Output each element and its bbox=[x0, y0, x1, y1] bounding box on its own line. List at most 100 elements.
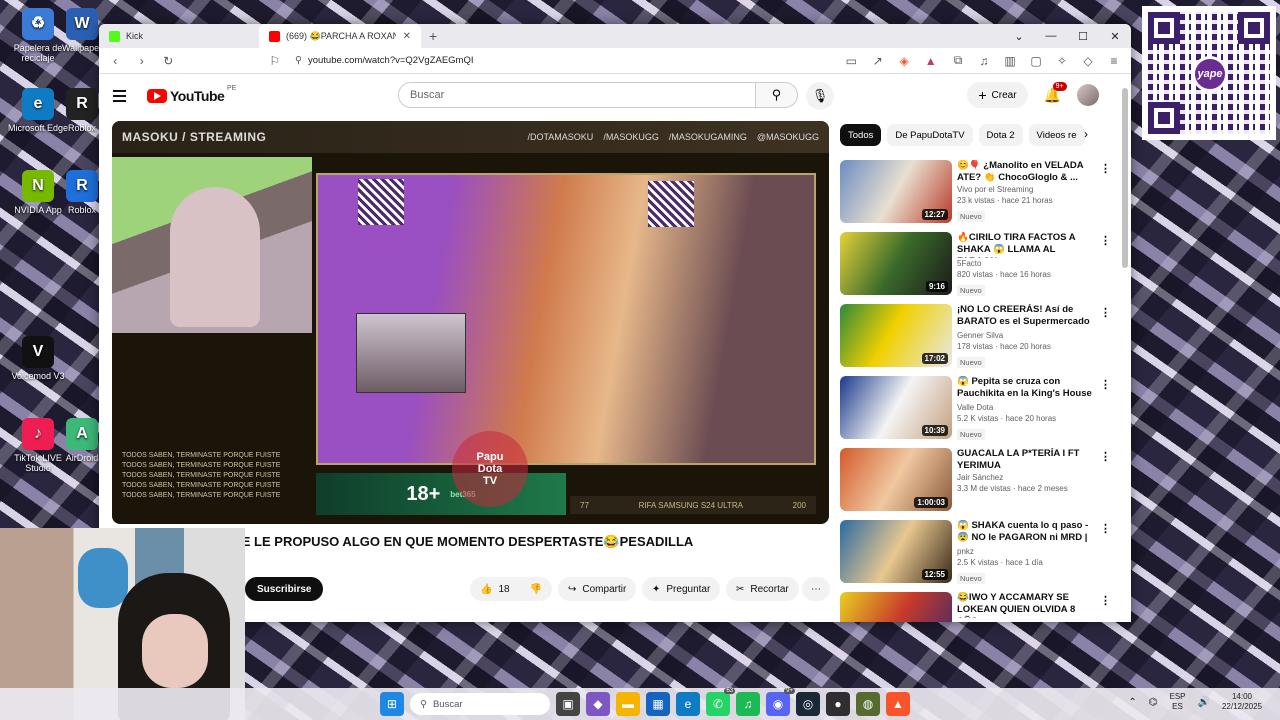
channel-name[interactable]: Jair Sánchez bbox=[957, 472, 1097, 483]
hamburger-menu-icon[interactable] bbox=[113, 85, 135, 107]
recommendation-item[interactable]: 17:02 ¡NO LO CREERÁS! Así de BARATO es el… bbox=[840, 304, 1111, 368]
chevron-right-icon[interactable]: › bbox=[1084, 127, 1088, 141]
back-button[interactable]: ‹ bbox=[105, 50, 126, 72]
subscribe-button[interactable]: Suscribirse bbox=[245, 577, 324, 601]
desktop-icon[interactable]: ♪ TikTok LIVE Studio bbox=[6, 418, 70, 473]
reload-button[interactable]: ↻ bbox=[158, 50, 179, 72]
more-options-icon[interactable]: ⋮ bbox=[1100, 450, 1111, 463]
tab-youtube[interactable]: (669) 😂PARCHA A ROXANY PO ✕ bbox=[259, 24, 421, 48]
recommendation-title[interactable]: 😱 SHAKA cuenta lo q paso - 😨 NO le PAGAR… bbox=[957, 520, 1097, 546]
thumbs-down-icon[interactable]: 👎 bbox=[530, 584, 542, 595]
youtube-logo[interactable]: YouTube PE bbox=[147, 85, 236, 104]
tab-kick[interactable]: Kick bbox=[99, 24, 259, 48]
video-player[interactable]: MASOKU / STREAMING /DOTAMASOKU /MASOKUGG… bbox=[112, 121, 829, 524]
notifications-button[interactable]: 🔔 9+ bbox=[1044, 81, 1067, 104]
new-tab-button[interactable]: + bbox=[421, 28, 445, 44]
app-icon[interactable]: ◍ bbox=[856, 692, 880, 716]
more-options-icon[interactable]: ⋮ bbox=[1100, 306, 1111, 319]
recommendation-title[interactable]: 🔥CIRILO TIRA FACTOS A SHAKA 😱 LLAMA AL F… bbox=[957, 232, 1097, 258]
recommendation-title[interactable]: 😂IWO Y ACCAMARY SE LOKEAN QUIEN OLVIDA 8… bbox=[957, 592, 1097, 618]
brave-icon[interactable]: ▲ bbox=[886, 692, 910, 716]
filter-chip[interactable]: Videos re bbox=[1028, 124, 1085, 146]
recommendation-title[interactable]: 😱 Pepita se cruza con Pauchikita en la K… bbox=[957, 376, 1097, 402]
minimize-button[interactable]: — bbox=[1035, 24, 1067, 48]
search-input[interactable]: Buscar bbox=[398, 82, 756, 108]
search-button[interactable]: ⚲ bbox=[756, 82, 798, 108]
account-avatar[interactable] bbox=[1077, 84, 1099, 106]
wallet-icon[interactable]: ▢ bbox=[1025, 50, 1047, 72]
sidebar-icon[interactable]: ▥ bbox=[999, 50, 1021, 72]
channel-name[interactable]: Valle Dota bbox=[957, 402, 1097, 413]
desktop-icon[interactable]: V Voicemod V3 bbox=[6, 336, 70, 381]
filter-chip[interactable]: Todos bbox=[840, 124, 882, 146]
recommendation-title[interactable]: GUACALA LA P*TERÍA I FT YERIMUA bbox=[957, 448, 1097, 472]
voice-search-button[interactable]: 🎙 bbox=[806, 82, 834, 110]
video-thumbnail[interactable]: 17:02 bbox=[840, 304, 952, 367]
desktop-icon[interactable]: W Wallpaper bbox=[62, 8, 102, 53]
cast-icon[interactable]: ▭ bbox=[841, 50, 862, 72]
more-actions-button[interactable]: ⋯ bbox=[802, 577, 830, 601]
more-options-icon[interactable]: ⋮ bbox=[1100, 378, 1111, 391]
channel-name[interactable]: Genner Silva bbox=[957, 330, 1097, 341]
obs-icon[interactable]: ● bbox=[826, 692, 850, 716]
clock[interactable]: 14:00 22/12/2025 bbox=[1222, 692, 1262, 712]
desktop-icon[interactable]: R Roblox bbox=[62, 170, 102, 215]
recommendation-item[interactable]: 12:27 😊🎈 ¿Manolito en VELADA ATE? 👏 Choco… bbox=[840, 160, 1111, 224]
channel-name[interactable]: 5Facto bbox=[957, 258, 1097, 269]
more-options-icon[interactable]: ⋮ bbox=[1100, 594, 1111, 607]
more-options-icon[interactable]: ⋮ bbox=[1100, 162, 1111, 175]
media-icon[interactable]: ♫ bbox=[973, 50, 995, 72]
video-thumbnail[interactable]: 12:55 bbox=[840, 520, 952, 583]
close-window-button[interactable]: ✕ bbox=[1099, 24, 1131, 48]
file-explorer-icon[interactable]: ▬ bbox=[616, 692, 640, 716]
video-thumbnail[interactable]: 10:39 bbox=[840, 376, 952, 439]
close-tab-icon[interactable]: ✕ bbox=[403, 31, 411, 42]
store-icon[interactable]: ▦ bbox=[646, 692, 670, 716]
spotify-icon[interactable]: ♫ bbox=[736, 692, 760, 716]
vpn-icon[interactable]: ◇ bbox=[1077, 50, 1099, 72]
taskbar-search[interactable]: ⚲ Buscar bbox=[410, 693, 550, 715]
bookmark-icon[interactable]: ⚐ bbox=[265, 50, 286, 72]
share-icon[interactable]: ↗ bbox=[868, 50, 889, 72]
channel-name[interactable]: Vivo por el Streaming bbox=[957, 184, 1097, 195]
page-scrollbar[interactable] bbox=[1122, 78, 1128, 618]
create-button[interactable]: + Crear bbox=[967, 82, 1028, 108]
extensions-icon[interactable]: ⧉ bbox=[947, 50, 969, 72]
desktop-icon[interactable]: e Microsoft Edge bbox=[6, 88, 70, 133]
language-indicator[interactable]: ESP ES bbox=[1169, 692, 1185, 712]
video-thumbnail[interactable] bbox=[840, 592, 952, 622]
clip-button[interactable]: ✂ Recortar bbox=[726, 577, 799, 601]
forward-button[interactable]: › bbox=[132, 50, 153, 72]
steam-icon[interactable]: ◎ bbox=[796, 692, 820, 716]
maximize-button[interactable]: ☐ bbox=[1067, 24, 1099, 48]
brave-shield-icon[interactable]: ◈ bbox=[894, 50, 915, 72]
desktop-icon[interactable]: R Roblox bbox=[62, 88, 102, 133]
recommendation-item[interactable]: 1:00:03 GUACALA LA P*TERÍA I FT YERIMUA Ja… bbox=[840, 448, 1111, 512]
desktop-icon[interactable]: N NVIDIA App bbox=[6, 170, 70, 215]
share-button[interactable]: ↪ Compartir bbox=[558, 577, 637, 601]
leo-icon[interactable]: ✧ bbox=[1051, 50, 1073, 72]
channel-name[interactable]: pnkz bbox=[957, 546, 1097, 557]
recommendation-title[interactable]: 😊🎈 ¿Manolito en VELADA ATE? 👏 ChocoGlogl… bbox=[957, 160, 1097, 184]
ask-button[interactable]: ✦ Preguntar bbox=[642, 577, 721, 601]
discord-icon[interactable]: ◉ 9+ bbox=[766, 688, 795, 716]
recommendation-item[interactable]: 9:16 🔥CIRILO TIRA FACTOS A SHAKA 😱 LLAMA … bbox=[840, 232, 1111, 296]
chevron-up-icon[interactable]: ⌃ bbox=[1128, 697, 1136, 708]
desktop-icon[interactable]: ♻ Papelera de reciclaje bbox=[6, 8, 70, 63]
video-thumbnail[interactable]: 12:27 bbox=[840, 160, 952, 223]
more-options-icon[interactable]: ⋮ bbox=[1100, 522, 1111, 535]
expand-icon[interactable]: ⌄ bbox=[1003, 24, 1035, 48]
brave-rewards-icon[interactable]: ▲ bbox=[921, 50, 942, 72]
network-icon[interactable]: ⌬ bbox=[1149, 697, 1158, 708]
recommendation-item[interactable]: 12:55 😱 SHAKA cuenta lo q paso - 😨 NO le … bbox=[840, 520, 1111, 584]
video-thumbnail[interactable]: 1:00:03 bbox=[840, 448, 952, 511]
filter-chip[interactable]: Dota 2 bbox=[978, 124, 1023, 146]
filter-chip[interactable]: De PapuDotaTV bbox=[887, 124, 973, 146]
edge-icon[interactable]: e bbox=[676, 692, 700, 716]
windows-start-icon[interactable]: ⊞ bbox=[380, 692, 404, 716]
site-info-icon[interactable]: ⚲ bbox=[295, 55, 302, 66]
volume-icon[interactable]: 🔊 bbox=[1198, 697, 1210, 708]
whatsapp-icon[interactable]: ✆ 63 bbox=[706, 688, 735, 716]
more-options-icon[interactable]: ⋮ bbox=[1100, 234, 1111, 247]
menu-icon[interactable]: ≡ bbox=[1103, 50, 1125, 72]
